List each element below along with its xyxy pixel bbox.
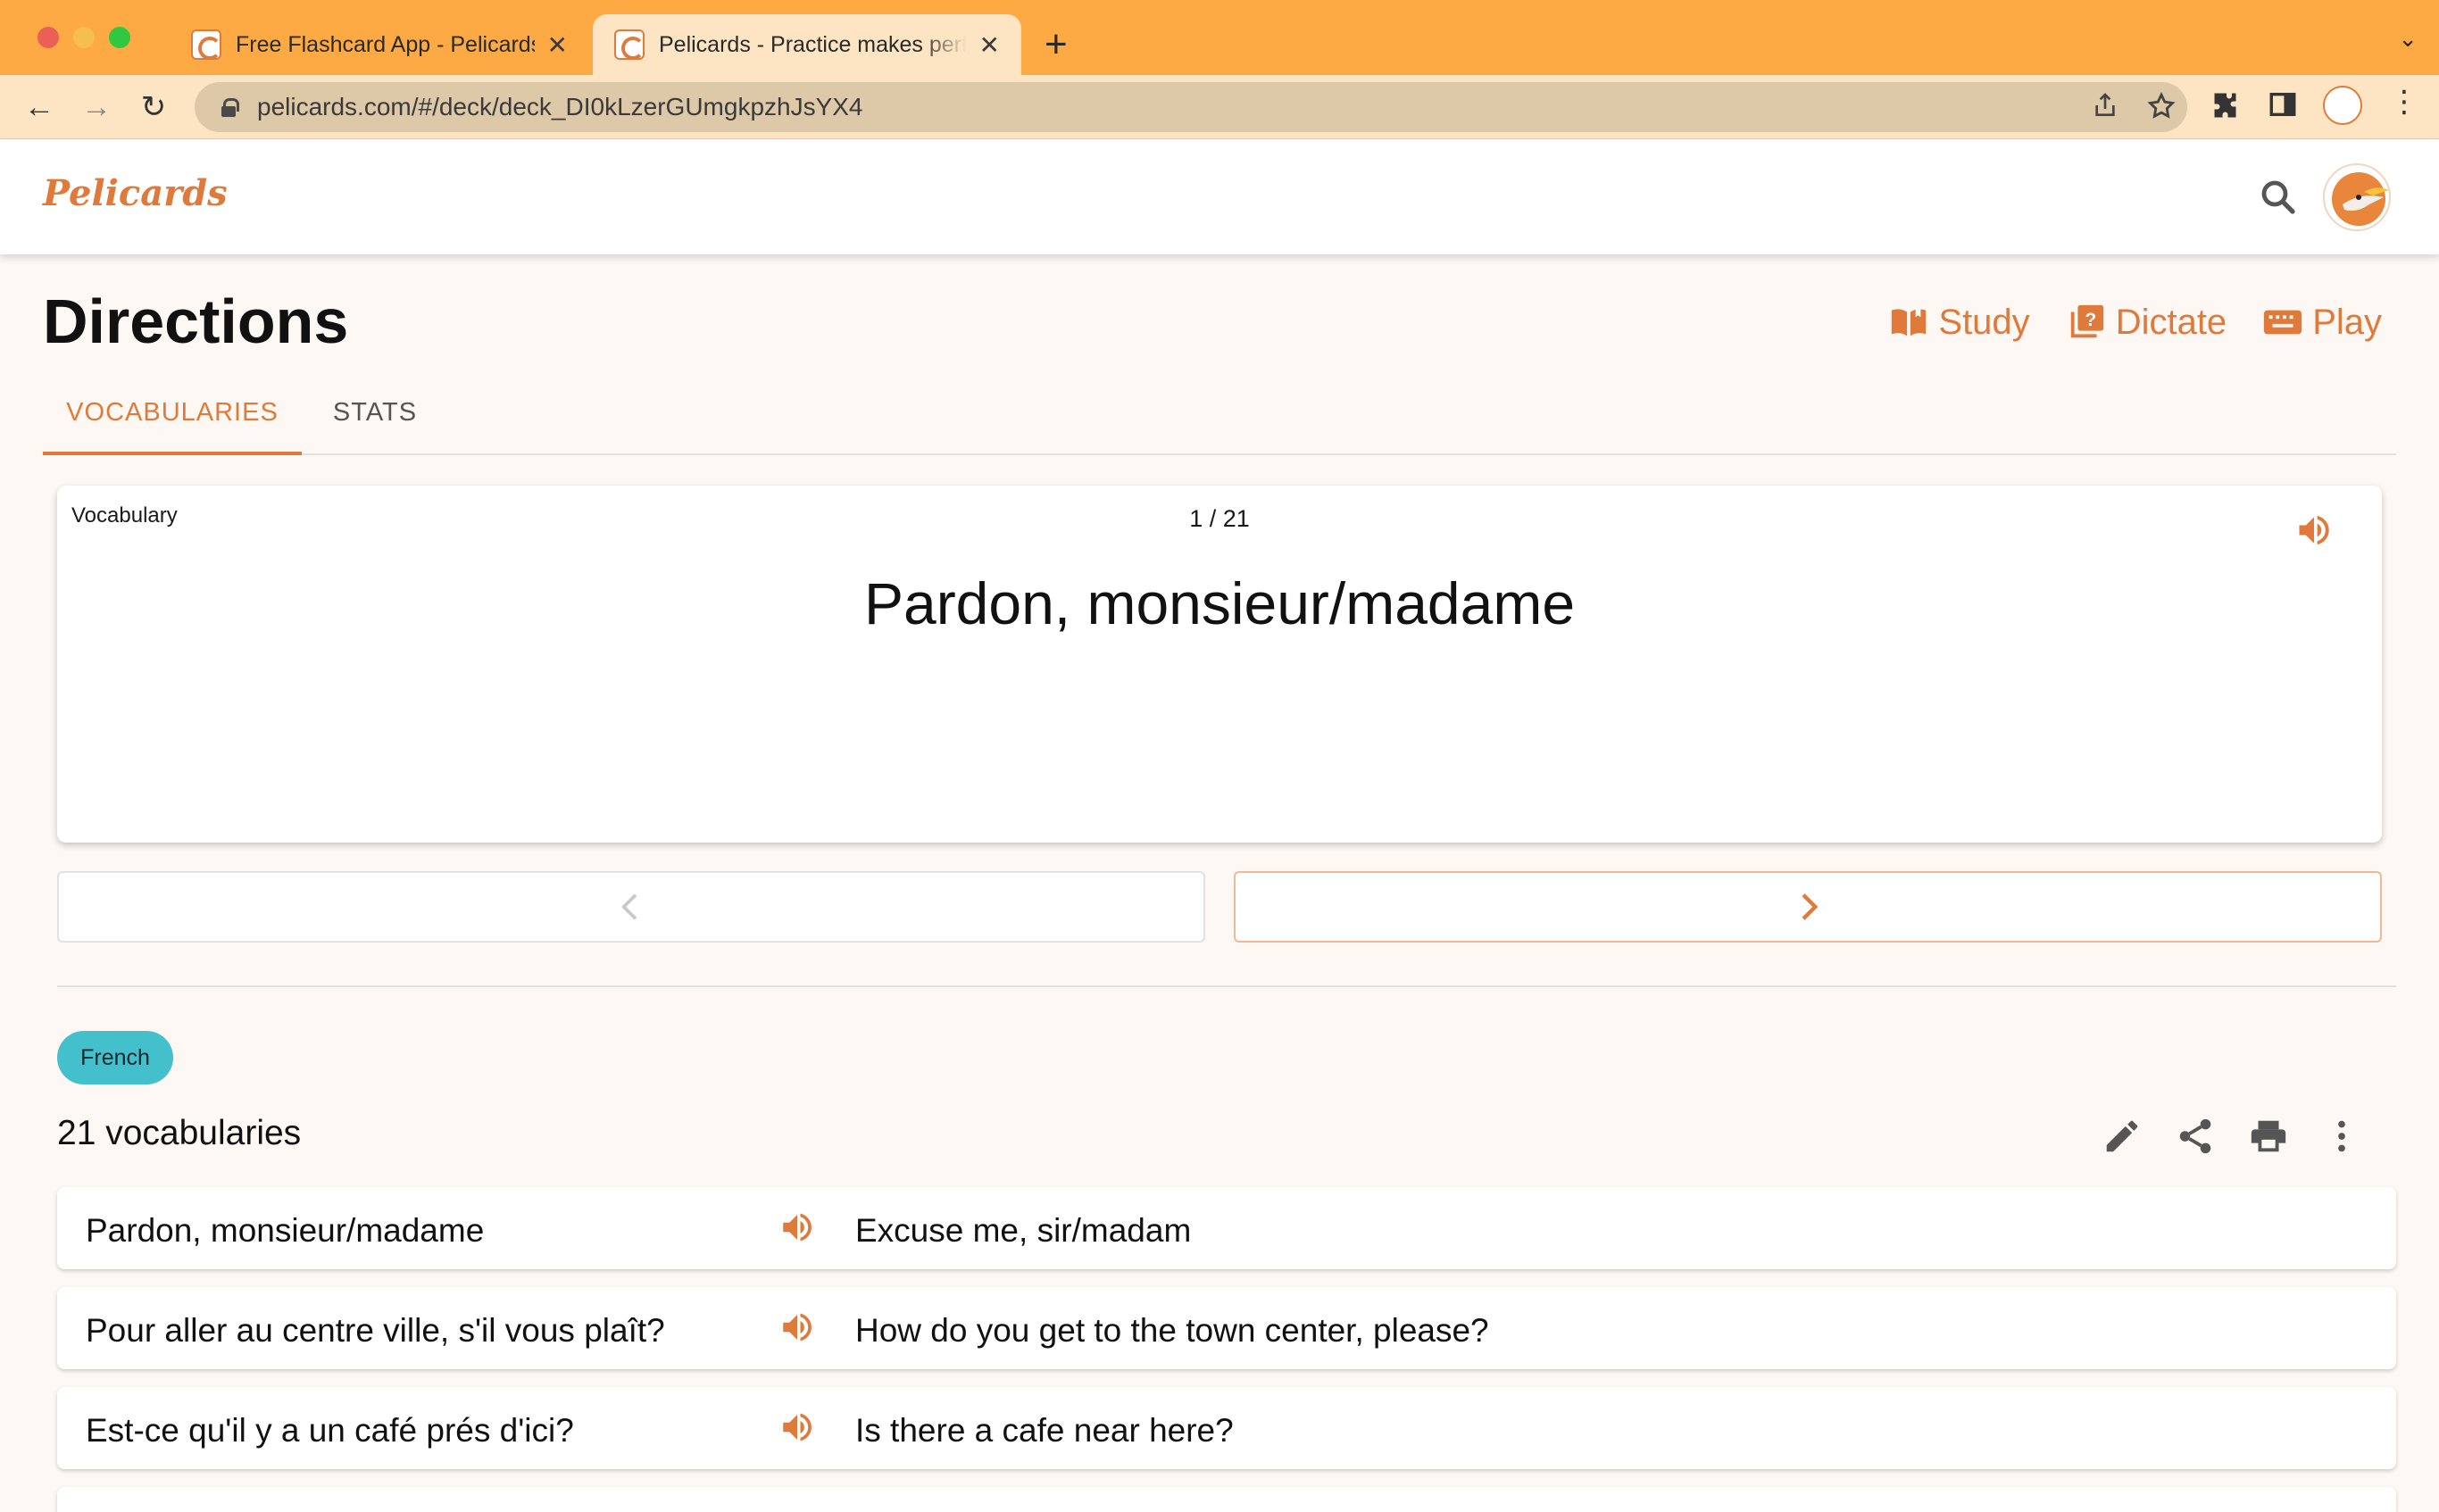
vocabulary-count: 21 vocabularies xyxy=(57,1114,302,1152)
vocabulary-row[interactable]: Est-ce qu'il y a un café prés d'ici? Is … xyxy=(57,1387,2396,1469)
browser-menu-kebab-icon[interactable]: ⋮ xyxy=(2389,84,2419,120)
tab-title: Free Flashcard App - Pelicards xyxy=(236,31,535,57)
dictate-button-label: Dictate xyxy=(2115,302,2227,342)
play-button-label: Play xyxy=(2312,302,2382,342)
vocabulary-definition: Is there a cafe near here? xyxy=(855,1412,1234,1449)
study-button[interactable]: Study xyxy=(1888,302,2030,343)
forward-arrow-icon[interactable]: → xyxy=(77,87,116,127)
chevron-right-icon xyxy=(1802,893,1819,920)
study-button-label: Study xyxy=(1938,302,2030,342)
app-header: Pelicards xyxy=(0,140,2439,254)
more-vertical-icon[interactable] xyxy=(2321,1116,2362,1157)
address-bar[interactable]: pelicards.com/#/deck/deck_DI0kLzerGUmgkp… xyxy=(195,82,2187,132)
window-zoom-button[interactable] xyxy=(109,27,130,48)
pelicards-logo[interactable]: Pelicards xyxy=(43,172,228,214)
window-close-button[interactable] xyxy=(37,27,59,48)
tab-search-chevron-icon[interactable]: ⌄ xyxy=(2398,25,2418,53)
tab-stats[interactable]: STATS xyxy=(321,380,429,455)
address-bar-url[interactable]: pelicards.com/#/deck/deck_DI0kLzerGUmgkp… xyxy=(257,93,863,121)
window-minimize-button[interactable] xyxy=(73,27,95,48)
bookmark-star-icon[interactable] xyxy=(2146,91,2177,121)
section-divider xyxy=(57,985,2396,987)
extensions-puzzle-icon[interactable] xyxy=(2210,89,2243,121)
previous-card-button[interactable] xyxy=(57,871,1205,943)
vocabulary-term: Pardon, monsieur/madame xyxy=(86,1212,485,1249)
browser-tab-pelicards-active[interactable]: Pelicards - Practice makes perfect ✕ xyxy=(593,14,1021,75)
vocabulary-definition: Excuse me, sir/madam xyxy=(855,1212,1192,1249)
pelicards-favicon-icon xyxy=(191,29,221,60)
speaker-icon[interactable] xyxy=(778,1408,816,1446)
back-arrow-icon[interactable]: ← xyxy=(20,87,59,127)
language-chip[interactable]: French xyxy=(57,1031,173,1084)
new-tab-plus-icon[interactable]: + xyxy=(1045,21,1068,68)
vocabulary-term: Est-ce qu'il y a un café prés d'ici? xyxy=(86,1412,574,1449)
tab-vocabularies[interactable]: VOCABULARIES xyxy=(43,380,302,455)
pelican-avatar-icon xyxy=(2332,172,2389,226)
search-icon[interactable] xyxy=(2257,176,2300,219)
speaker-icon[interactable] xyxy=(778,1308,816,1346)
dictate-button[interactable]: ? Dictate xyxy=(2066,302,2227,343)
deck-actions: Study ? Dictate Play xyxy=(1888,302,2382,343)
vocabulary-row[interactable]: Pardon, monsieur/madame Excuse me, sir/m… xyxy=(57,1187,2396,1269)
tab-close-icon[interactable]: ✕ xyxy=(547,30,568,60)
deck-tabs: VOCABULARIES STATS xyxy=(43,380,2396,455)
speaker-icon[interactable] xyxy=(2294,511,2334,550)
vocabulary-row[interactable]: Pour aller au centre ville, s'il vous pl… xyxy=(57,1287,2396,1369)
card-term: Pardon, monsieur/madame xyxy=(863,570,1576,636)
lock-icon xyxy=(221,98,239,117)
reload-icon[interactable]: ↻ xyxy=(134,87,173,127)
play-button[interactable]: Play xyxy=(2262,302,2382,343)
share-icon[interactable] xyxy=(2091,91,2119,120)
vocabulary-row[interactable] xyxy=(57,1487,2396,1512)
flashcard[interactable]: Vocabulary 1 / 21 Pardon, monsieur/madam… xyxy=(57,486,2382,843)
user-avatar[interactable] xyxy=(2323,163,2391,231)
share-icon[interactable] xyxy=(2175,1116,2216,1157)
tab-title: Pelicards - Practice makes perfect xyxy=(659,31,967,57)
chevron-left-icon xyxy=(621,893,637,920)
vocabulary-term: Pour aller au centre ville, s'il vous pl… xyxy=(86,1312,665,1349)
page-title: Directions xyxy=(43,287,349,356)
quiz-icon: ? xyxy=(2070,304,2103,338)
vocabulary-definition: How do you get to the town center, pleas… xyxy=(855,1312,1489,1349)
keyboard-icon xyxy=(2264,310,2302,335)
book-open-icon xyxy=(1892,306,1927,336)
browser-tab-bar: Free Flashcard App - Pelicards ✕ Pelicar… xyxy=(0,0,2439,75)
browser-tab-free-flashcard[interactable]: Free Flashcard App - Pelicards ✕ xyxy=(170,14,589,75)
print-icon[interactable] xyxy=(2248,1116,2289,1157)
tab-close-icon[interactable]: ✕ xyxy=(979,30,1000,60)
browser-toolbar: ← → ↻ pelicards.com/#/deck/deck_DI0kLzer… xyxy=(0,75,2439,139)
pelicards-favicon-icon xyxy=(614,29,645,60)
profile-avatar-icon[interactable] xyxy=(2323,86,2362,125)
speaker-icon[interactable] xyxy=(778,1209,816,1246)
svg-text:?: ? xyxy=(2085,310,2096,330)
list-toolbar xyxy=(2102,1116,2362,1157)
card-counter: 1 / 21 xyxy=(1189,505,1250,532)
side-panel-icon[interactable] xyxy=(2268,89,2298,120)
edit-pencil-icon[interactable] xyxy=(2102,1116,2143,1157)
next-card-button[interactable] xyxy=(1234,871,2382,943)
